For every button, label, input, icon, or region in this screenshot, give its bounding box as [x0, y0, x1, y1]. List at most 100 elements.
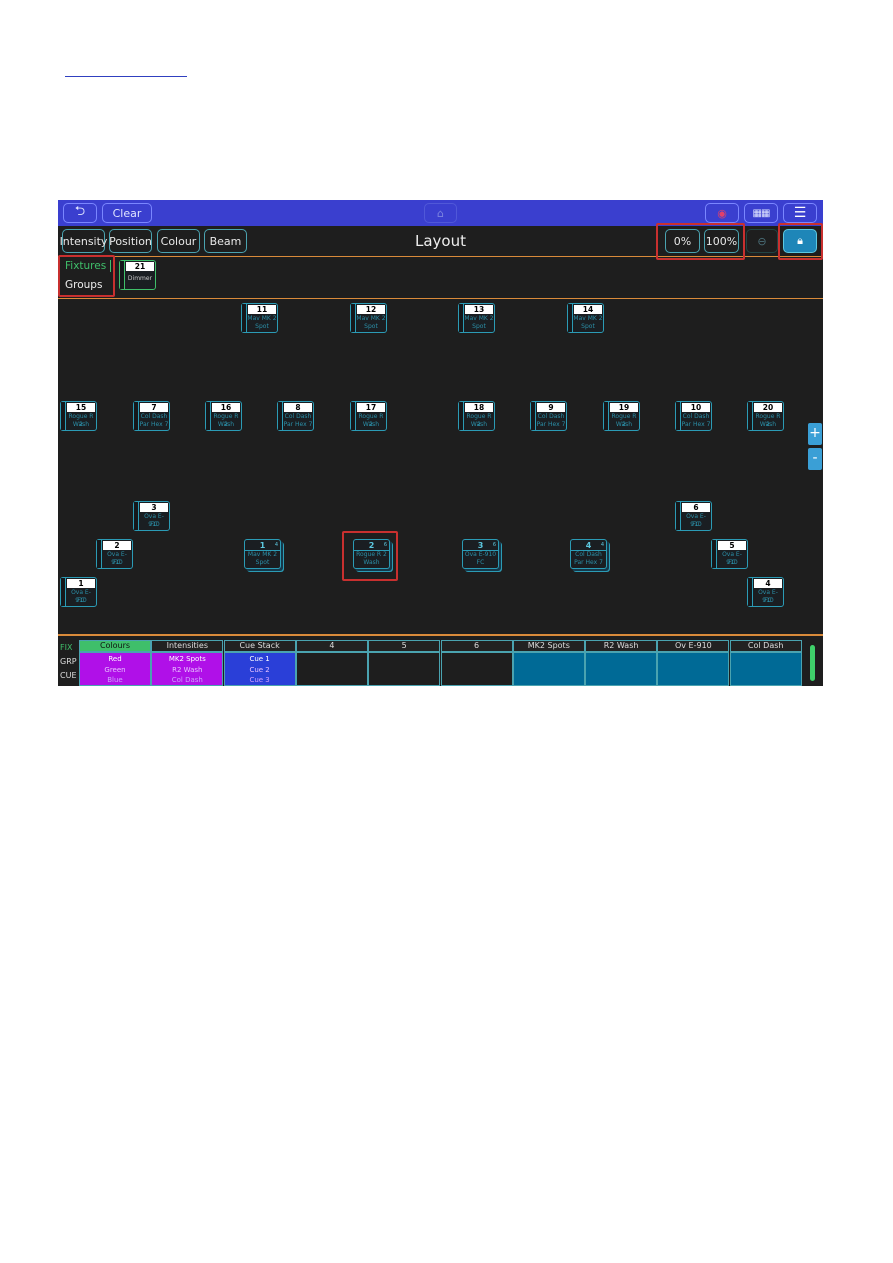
- fixture-number: 20: [754, 403, 782, 412]
- hamburger-menu-icon: ☰: [793, 205, 807, 221]
- group-tile[interactable]: 3 6 Ova E-910 FC: [462, 539, 499, 569]
- group-count: 4: [600, 542, 604, 548]
- side-label-fix[interactable]: FIX: [60, 643, 72, 652]
- fixture-mode: Par Hex 7: [681, 421, 711, 428]
- palette-4[interactable]: 4: [295, 640, 368, 686]
- page-title: Layout: [415, 232, 466, 250]
- fixture-mode: Wash: [217, 421, 235, 428]
- fixture-number: 16: [212, 403, 240, 412]
- palette-header: 5: [368, 640, 441, 652]
- fixture-tile[interactable]: 11 Mav MK 2 Spot: [241, 303, 278, 333]
- palette-item[interactable]: MK2 Spots: [152, 654, 222, 665]
- fixture-mode: Par Hex 7: [283, 421, 313, 428]
- fixture-number: 21: [126, 262, 154, 271]
- fixture-tile[interactable]: 9 Col Dash Par Hex 7: [530, 401, 567, 431]
- fixture-tile[interactable]: 7 Col Dash Par Hex 7: [133, 401, 170, 431]
- fixture-tile[interactable]: 14 Mav MK 2 Spot: [567, 303, 604, 333]
- fixture-number: 4: [754, 579, 782, 588]
- palette-item[interactable]: Col Dash: [152, 675, 222, 686]
- fixture-number: 18: [465, 403, 493, 412]
- palette-item[interactable]: Cue 1: [225, 654, 295, 665]
- highlight-box: [342, 531, 398, 581]
- fixture-mode: Wash: [615, 421, 633, 428]
- palette-item[interactable]: Cue 3: [225, 675, 295, 686]
- group-type: Mav MK 2: [247, 551, 278, 558]
- fixture-tile[interactable]: 2 Ova E-910 FC: [96, 539, 133, 569]
- palette-mk2-spots[interactable]: MK2 Spots: [512, 640, 585, 686]
- group-type: Ova E-910: [464, 551, 497, 558]
- fixture-tile[interactable]: 6 Ova E-910 FC: [675, 501, 712, 531]
- fixture-tile[interactable]: 3 Ova E-910 FC: [133, 501, 170, 531]
- palette-r2-wash[interactable]: R2 Wash: [585, 640, 658, 686]
- fixture-mode: FC: [692, 521, 700, 528]
- fixture-mode: Spot: [255, 323, 269, 330]
- fixture-type: Col Dash: [537, 413, 565, 420]
- fixture-tile[interactable]: 18 Rogue R 2 Wash: [458, 401, 495, 431]
- palette-item[interactable]: Cue 2: [225, 665, 295, 676]
- attribute-intensity[interactable]: Intensity: [60, 229, 107, 253]
- fixture-mode: FC: [764, 597, 772, 604]
- palette-6[interactable]: 6: [440, 640, 513, 686]
- fixture-tile[interactable]: 17 Rogue R 2 Wash: [350, 401, 387, 431]
- fixture-tile[interactable]: 20 Rogue R 2 Wash: [747, 401, 784, 431]
- fixture-mode: Wash: [72, 421, 90, 428]
- fixture-number: 13: [465, 305, 493, 314]
- divider: [58, 634, 823, 636]
- palette-5[interactable]: 5: [368, 640, 441, 686]
- fixture-tile[interactable]: 4 Ova E-910 FC: [747, 577, 784, 607]
- fixture-tile-dimmer[interactable]: 21 Dimmer: [119, 260, 156, 290]
- palette-header: MK2 Spots: [512, 640, 585, 652]
- highlight-box: [778, 223, 823, 260]
- fixture-number: 5: [718, 541, 746, 550]
- group-mode: Par Hex 7: [574, 559, 603, 566]
- palette-colours[interactable]: Colours Red Green Blue: [79, 640, 151, 686]
- fixture-number: 8: [284, 403, 312, 412]
- palette-ov-e-910[interactable]: Ov E-910: [657, 640, 730, 686]
- home-button[interactable]: ⌂: [424, 203, 457, 223]
- fixture-tile[interactable]: 19 Rogue R 2 Wash: [603, 401, 640, 431]
- fixture-mode: Wash: [759, 421, 777, 428]
- fixture-number: 6: [682, 503, 710, 512]
- attribute-position[interactable]: Position: [109, 229, 152, 253]
- grid-view-button[interactable]: ▦▦: [744, 203, 778, 223]
- grid-icon: ▦▦: [752, 207, 771, 219]
- menu-button[interactable]: ☰: [783, 203, 817, 223]
- palette-item[interactable]: R2 Wash: [152, 665, 222, 676]
- fixture-tile[interactable]: 16 Rogue R 2 Wash: [205, 401, 242, 431]
- fixture-tile[interactable]: 5 Ova E-910 FC: [711, 539, 748, 569]
- group-count: 6: [492, 542, 496, 548]
- record-button[interactable]: ◉: [705, 203, 739, 223]
- attribute-beam[interactable]: Beam: [204, 229, 247, 253]
- fixture-number: 15: [67, 403, 95, 412]
- fixture-tile[interactable]: 13 Mav MK 2 Spot: [458, 303, 495, 333]
- palette-item[interactable]: Blue: [80, 675, 150, 686]
- zoom-out-icon: ⊖: [757, 234, 767, 248]
- side-label-grp[interactable]: GRP: [60, 657, 77, 666]
- group-count: 4: [274, 542, 278, 548]
- palette-cue-stack[interactable]: Cue Stack Cue 1 Cue 2 Cue 3: [223, 640, 296, 686]
- fixture-tile[interactable]: 8 Col Dash Par Hex 7: [277, 401, 314, 431]
- group-tile[interactable]: 4 4 Col Dash Par Hex 7: [570, 539, 607, 569]
- level-indicator: [810, 645, 815, 681]
- fixture-mode: FC: [728, 559, 736, 566]
- fixture-tile[interactable]: 10 Col Dash Par Hex 7: [675, 401, 712, 431]
- fixture-tile[interactable]: 12 Mav MK 2 Spot: [350, 303, 387, 333]
- palette-item[interactable]: Red: [80, 654, 150, 665]
- zoom-in-button[interactable]: +: [808, 423, 822, 445]
- attribute-colour[interactable]: Colour: [157, 229, 200, 253]
- zoom-out-button[interactable]: ⊖: [746, 229, 778, 253]
- fixture-mode: Spot: [364, 323, 378, 330]
- fixture-tile[interactable]: 15 Rogue R 2 Wash: [60, 401, 97, 431]
- group-tile[interactable]: 1 4 Mav MK 2 Spot: [244, 539, 281, 569]
- zoom-out-small-button[interactable]: -: [808, 448, 822, 470]
- side-label-cue[interactable]: CUE: [60, 671, 77, 680]
- fixture-mode: Wash: [362, 421, 380, 428]
- palette-header: Cue Stack: [223, 640, 296, 652]
- palette-intensities[interactable]: Intensities MK2 Spots R2 Wash Col Dash: [151, 640, 224, 686]
- clear-button[interactable]: Clear: [102, 203, 152, 223]
- fixture-tile[interactable]: 1 Ova E-910 FC: [60, 577, 97, 607]
- back-button[interactable]: ⮌: [63, 203, 97, 223]
- palette-col-dash[interactable]: Col Dash: [729, 640, 802, 686]
- header-link[interactable]: [65, 66, 187, 77]
- palette-item[interactable]: Green: [80, 665, 150, 676]
